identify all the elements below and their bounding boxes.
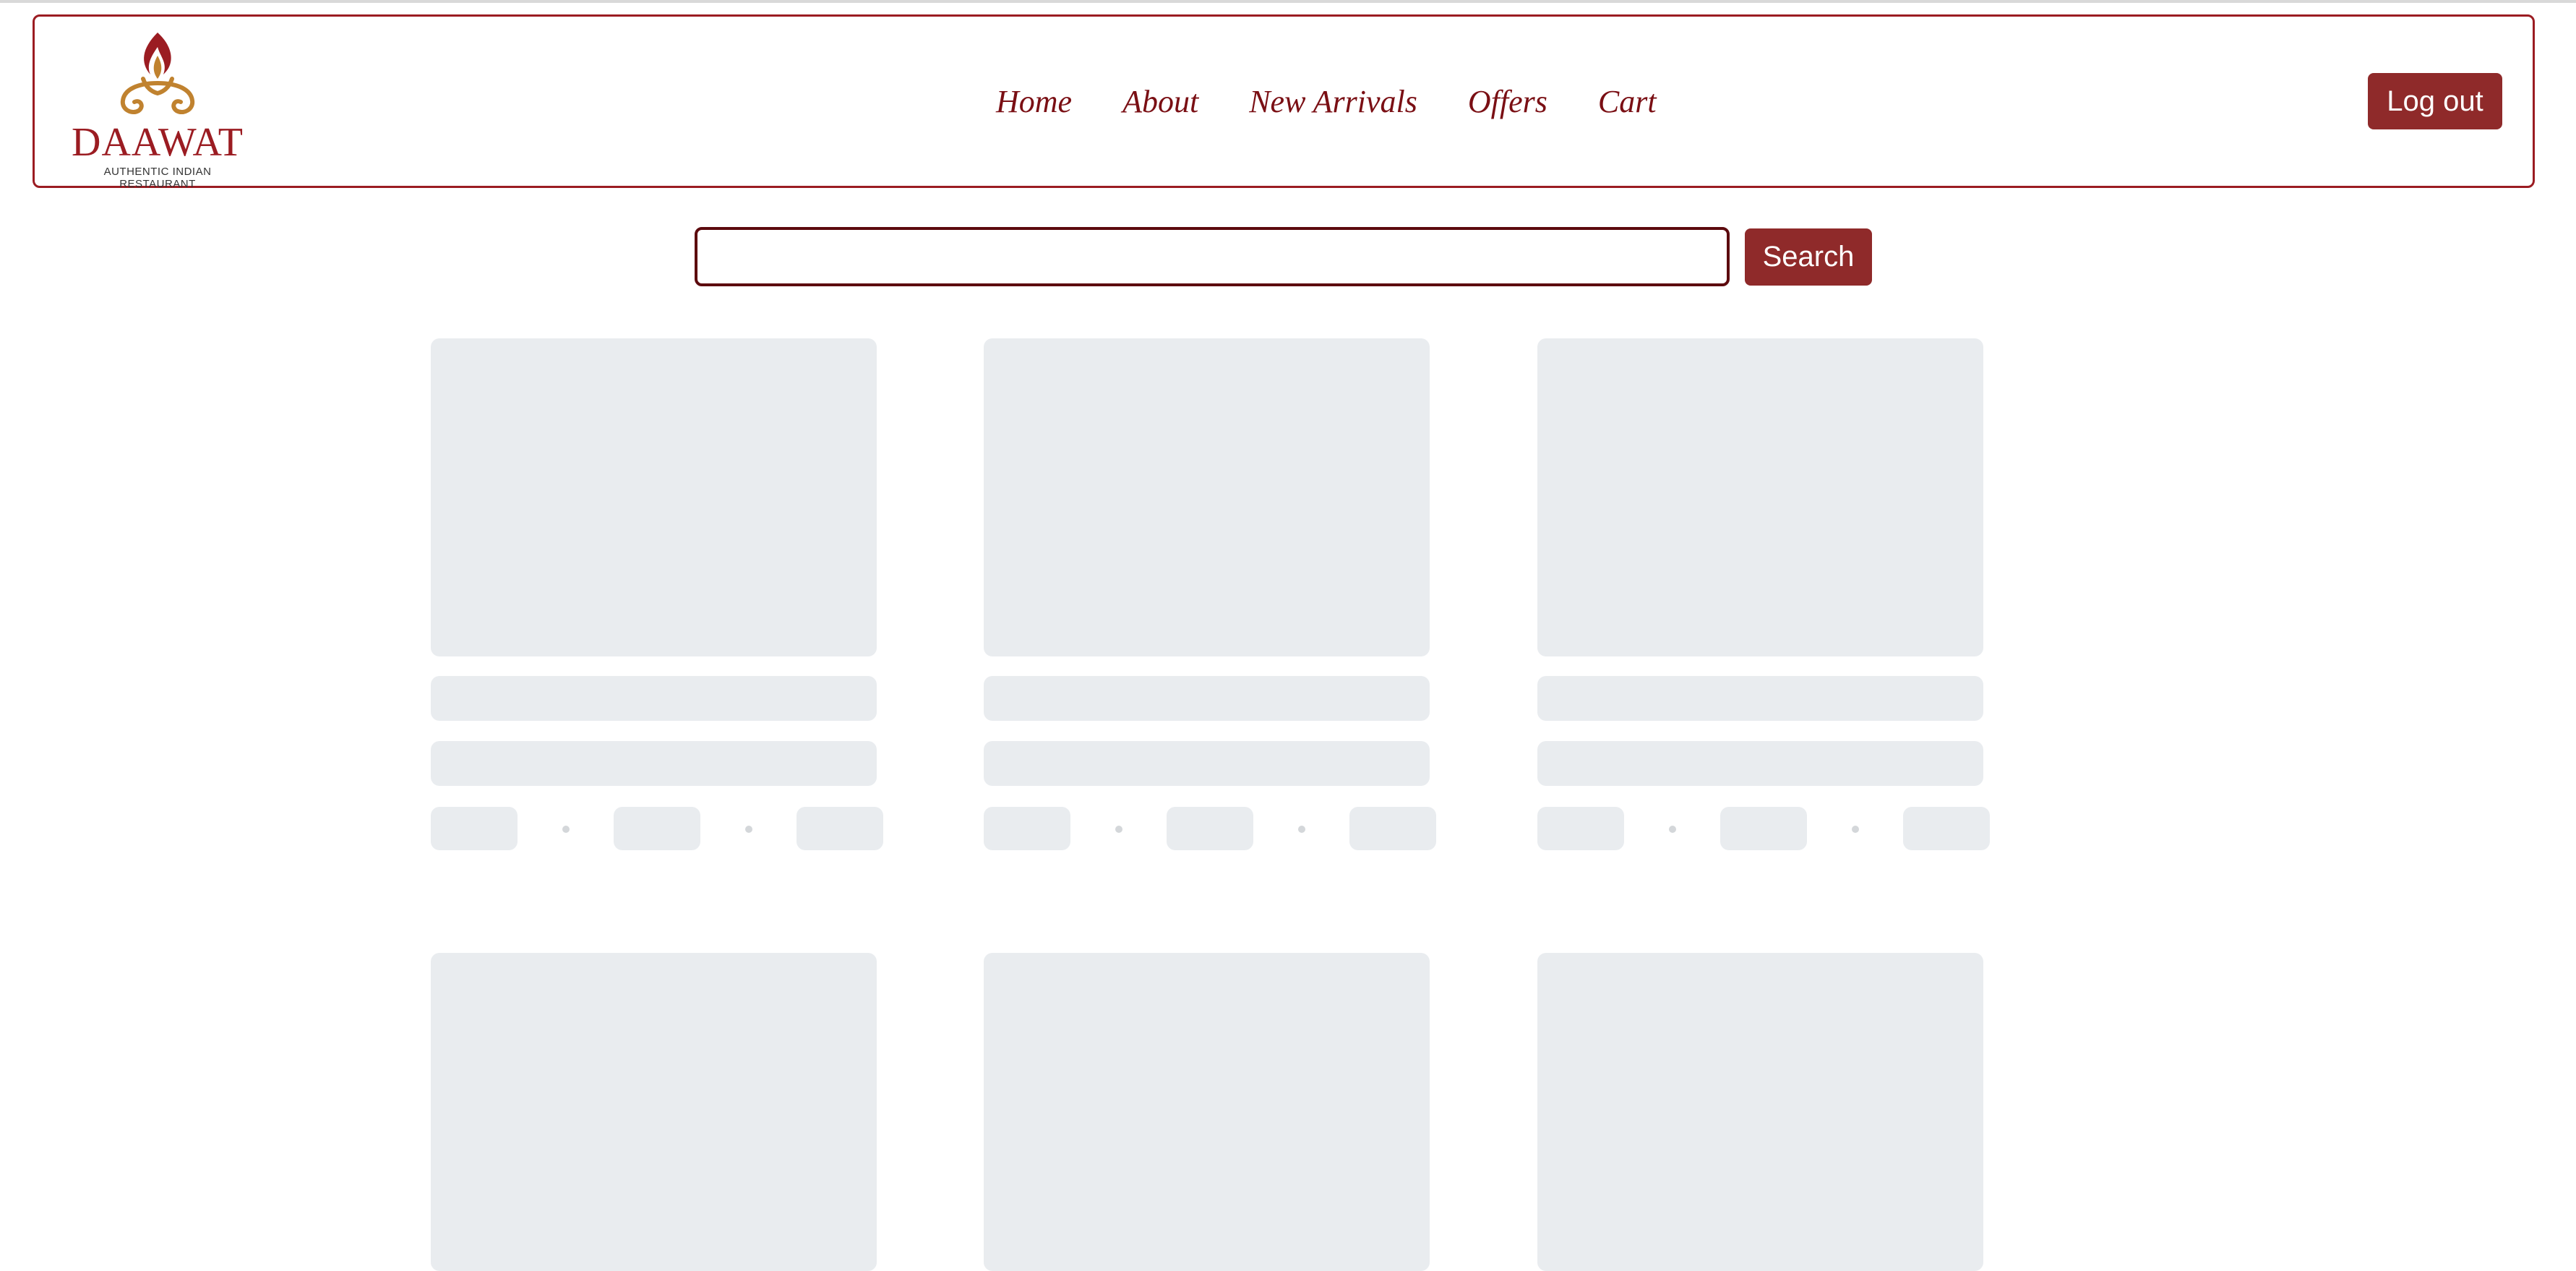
skeleton-text: [984, 741, 1430, 786]
skeleton-tag: [1720, 807, 1807, 850]
skeleton-tag: [797, 807, 883, 850]
skeleton-text: [431, 741, 877, 786]
skeleton-text: [1537, 741, 1983, 786]
skeleton-dot: [1298, 826, 1305, 833]
search-input[interactable]: [695, 227, 1730, 286]
skeleton-dot: [562, 826, 570, 833]
skeleton-image: [1537, 953, 1983, 1271]
search-button[interactable]: Search: [1745, 228, 1872, 286]
skeleton-dot: [1669, 826, 1676, 833]
flame-lotus-icon: [120, 33, 195, 115]
brand-tagline: AUTHENTIC INDIAN RESTAURANT: [103, 166, 212, 190]
skeleton-dot: [745, 826, 752, 833]
navbar: DAAWAT AUTHENTIC INDIAN RESTAURANT Home …: [33, 14, 2535, 190]
nav-offers[interactable]: Offers: [1468, 83, 1547, 120]
logout-button[interactable]: Log out: [2368, 73, 2502, 129]
skeleton-image: [984, 953, 1430, 1271]
skeleton-tag: [1349, 807, 1436, 850]
top-divider: [0, 0, 2576, 3]
skeleton-title: [431, 676, 877, 721]
main-nav: Home About New Arrivals Offers Cart: [996, 17, 1707, 186]
skeleton-tag: [1903, 807, 1990, 850]
skeleton-tag: [614, 807, 700, 850]
brand-name: DAAWAT: [72, 120, 244, 165]
skeleton-image: [431, 338, 877, 656]
skeleton-tag: [431, 807, 518, 850]
brand-logo[interactable]: DAAWAT AUTHENTIC INDIAN RESTAURANT: [71, 27, 244, 190]
nav-home[interactable]: Home: [996, 83, 1072, 120]
skeleton-title: [984, 676, 1430, 721]
skeleton-dot: [1852, 826, 1859, 833]
skeleton-image: [984, 338, 1430, 656]
skeleton-image: [1537, 338, 1983, 656]
skeleton-tag: [1167, 807, 1253, 850]
skeleton-tag: [1537, 807, 1624, 850]
nav-new-arrivals[interactable]: New Arrivals: [1249, 83, 1417, 120]
nav-about[interactable]: About: [1122, 83, 1198, 120]
skeleton-image: [431, 953, 877, 1271]
skeleton-dot: [1115, 826, 1122, 833]
nav-cart[interactable]: Cart: [1598, 83, 1657, 120]
skeleton-tag: [984, 807, 1070, 850]
skeleton-title: [1537, 676, 1983, 721]
